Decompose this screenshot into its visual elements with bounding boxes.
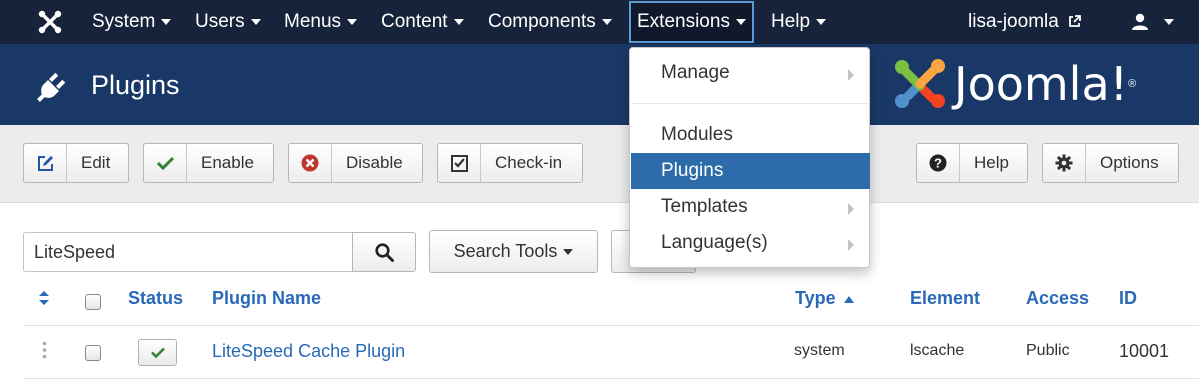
caret-down-icon bbox=[1164, 18, 1175, 25]
edit-icon bbox=[24, 144, 67, 182]
plugin-name-link[interactable]: LiteSpeed Cache Plugin bbox=[212, 341, 405, 362]
caret-down-icon bbox=[735, 18, 746, 25]
drag-handle-icon[interactable] bbox=[42, 341, 47, 359]
caret-down-icon bbox=[563, 248, 574, 255]
site-link[interactable]: lisa-joomla bbox=[968, 0, 1081, 44]
menu-label: Extensions bbox=[637, 11, 730, 32]
search-tools-label: Search Tools bbox=[453, 241, 558, 261]
menu-components[interactable]: Components bbox=[488, 0, 612, 44]
disable-button[interactable]: Disable bbox=[288, 143, 423, 183]
dropdown-item-modules[interactable]: Modules bbox=[631, 117, 870, 153]
column-id[interactable]: ID bbox=[1119, 288, 1137, 309]
dropdown-divider bbox=[631, 103, 870, 104]
checkbox-checked-icon bbox=[438, 144, 481, 182]
toolbar: Edit Enable Disable Check-in ? Help Opti… bbox=[0, 125, 1199, 203]
column-type-label: Type bbox=[795, 288, 836, 308]
user-icon bbox=[1132, 13, 1148, 30]
search-icon bbox=[374, 242, 394, 262]
options-button[interactable]: Options bbox=[1042, 143, 1179, 183]
disable-label: Disable bbox=[346, 153, 403, 172]
enable-label: Enable bbox=[201, 153, 254, 172]
select-all-checkbox[interactable] bbox=[85, 294, 101, 310]
caret-down-icon bbox=[161, 18, 172, 25]
plugin-element: lscache bbox=[910, 342, 965, 359]
menu-content[interactable]: Content bbox=[381, 0, 464, 44]
gear-icon bbox=[1043, 144, 1086, 182]
caret-up-icon bbox=[843, 295, 854, 303]
column-type[interactable]: Type bbox=[795, 288, 854, 309]
menu-label: Help bbox=[771, 11, 811, 32]
menu-label: Content bbox=[381, 11, 448, 32]
user-menu[interactable] bbox=[1131, 0, 1175, 44]
plug-icon bbox=[37, 72, 66, 102]
checkin-button[interactable]: Check-in bbox=[437, 143, 583, 183]
check-icon bbox=[150, 347, 165, 358]
search-tools-button[interactable]: Search Tools bbox=[429, 230, 598, 273]
search-button[interactable] bbox=[352, 232, 416, 272]
edit-button[interactable]: Edit bbox=[23, 143, 129, 183]
dropdown-item-templates[interactable]: Templates bbox=[631, 189, 870, 225]
column-access[interactable]: Access bbox=[1026, 288, 1089, 309]
joomla-wordmark: Joomla! bbox=[954, 57, 1129, 111]
column-status[interactable]: Status bbox=[128, 288, 183, 309]
edit-label: Edit bbox=[81, 153, 111, 172]
caret-down-icon bbox=[347, 18, 358, 25]
dropdown-item-label: Modules bbox=[661, 124, 733, 145]
registered-mark: ® bbox=[1128, 78, 1137, 90]
chevron-right-icon bbox=[848, 203, 854, 215]
column-plugin-name[interactable]: Plugin Name bbox=[212, 288, 321, 309]
options-label: Options bbox=[1100, 153, 1159, 172]
page-title: Plugins bbox=[91, 70, 180, 100]
menu-system[interactable]: System bbox=[92, 0, 172, 44]
enable-button[interactable]: Enable bbox=[143, 143, 274, 183]
extensions-dropdown: Manage Modules Plugins Templates Languag… bbox=[629, 47, 870, 268]
joomla-logo-icon bbox=[895, 59, 945, 108]
menu-label: System bbox=[92, 11, 156, 32]
help-button[interactable]: ? Help bbox=[916, 143, 1028, 183]
row-checkbox[interactable] bbox=[85, 345, 101, 361]
dropdown-item-label: Templates bbox=[661, 196, 748, 217]
chevron-right-icon bbox=[848, 69, 854, 81]
caret-down-icon bbox=[453, 18, 464, 25]
dropdown-item-plugins[interactable]: Plugins bbox=[631, 153, 870, 189]
menu-users[interactable]: Users bbox=[195, 0, 261, 44]
plugin-access: Public bbox=[1026, 342, 1070, 359]
menu-help[interactable]: Help bbox=[771, 0, 827, 44]
menu-label: Components bbox=[488, 11, 596, 32]
plugin-id: 10001 bbox=[1119, 341, 1170, 361]
table-divider bbox=[23, 378, 1199, 379]
joomla-icon[interactable] bbox=[30, 6, 70, 38]
dropdown-item-languages[interactable]: Language(s) bbox=[631, 225, 870, 261]
top-navbar: System Users Menus Content Components Ex… bbox=[0, 0, 1199, 44]
question-circle-icon: ? bbox=[917, 144, 960, 182]
search-input[interactable] bbox=[23, 232, 353, 272]
dropdown-item-label: Plugins bbox=[661, 160, 724, 181]
menu-extensions[interactable]: Extensions bbox=[629, 1, 754, 43]
table-divider bbox=[23, 325, 1199, 326]
menu-label: Menus bbox=[284, 11, 342, 32]
caret-down-icon bbox=[601, 18, 612, 25]
menu-label: Users bbox=[195, 11, 245, 32]
caret-down-icon bbox=[250, 18, 261, 25]
joomla-logo: Joomla! ® bbox=[892, 56, 1136, 112]
svg-text:?: ? bbox=[934, 156, 942, 171]
close-circle-icon bbox=[289, 144, 332, 182]
chevron-right-icon bbox=[848, 239, 854, 251]
dropdown-item-manage[interactable]: Manage bbox=[631, 55, 870, 91]
plugin-type: system bbox=[794, 342, 845, 359]
site-link-label: lisa-joomla bbox=[968, 11, 1059, 32]
check-icon bbox=[144, 144, 187, 182]
page-header: Plugins Joomla! ® bbox=[0, 44, 1199, 125]
sort-ordering-icon[interactable] bbox=[38, 290, 50, 306]
menu-menus[interactable]: Menus bbox=[284, 0, 358, 44]
status-toggle-button[interactable] bbox=[138, 339, 177, 366]
dropdown-item-label: Manage bbox=[661, 62, 730, 83]
external-link-icon bbox=[1069, 15, 1081, 28]
column-element[interactable]: Element bbox=[910, 288, 980, 309]
checkin-label: Check-in bbox=[495, 153, 563, 172]
help-label: Help bbox=[974, 153, 1009, 172]
dropdown-item-label: Language(s) bbox=[661, 232, 768, 253]
caret-down-icon bbox=[816, 18, 827, 25]
